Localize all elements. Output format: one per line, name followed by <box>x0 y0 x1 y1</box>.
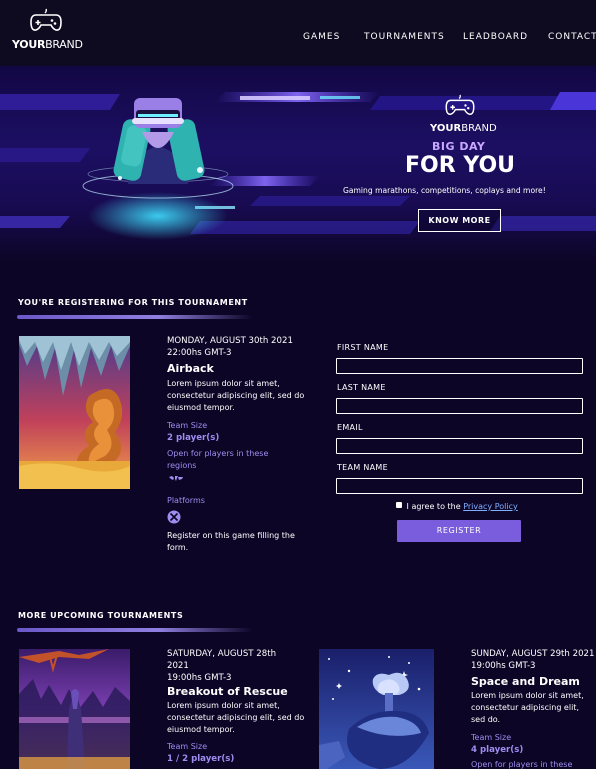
regions-text: Open for players in these regions <box>167 449 269 471</box>
agree-text: I agree to the <box>406 502 461 511</box>
first-name-label: FIRST NAME <box>337 343 389 352</box>
hero-brand-wordmark: YOURBRAND <box>430 123 497 134</box>
card2-date: SUNDAY, AUGUST 29th 2021 19:00hs GMT-3 <box>471 649 595 671</box>
privacy-policy-link[interactable]: Privacy Policy <box>463 502 518 511</box>
gamepad-icon <box>30 8 62 31</box>
card2-team-size-value: 4 player(s) <box>471 745 524 755</box>
hero-banner: YOURBRAND BIG DAY FOR YOU Gaming maratho… <box>0 66 596 262</box>
team-size-value: 2 player(s) <box>167 433 220 443</box>
register-button[interactable]: REGISTER <box>397 520 521 542</box>
nav-games[interactable]: GAMES <box>303 32 340 42</box>
email-input[interactable] <box>336 438 583 454</box>
section-divider <box>17 315 253 319</box>
card1-team-size-value: 1 / 2 player(s) <box>167 754 235 764</box>
card1-title[interactable]: Breakout of Rescue <box>167 685 288 698</box>
registering-description: Lorem ipsum dolor sit amet, consectetur … <box>167 379 305 413</box>
card2-description: Lorem ipsum dolor sit amet, consectetur … <box>471 691 584 725</box>
email-label: EMAIL <box>337 423 363 432</box>
hero-subtitle: Gaming marathons, competitions, coplays … <box>343 186 546 195</box>
registering-date: MONDAY, AUGUST 30th 2021 22:00hs GMT-3 <box>167 336 293 358</box>
space-and-dream-image <box>319 649 434 769</box>
airback-game-image <box>19 336 130 489</box>
last-name-label: LAST NAME <box>337 383 386 392</box>
registering-game-title: Airback <box>167 362 214 375</box>
registering-note: Register on this game filling the form. <box>167 531 295 553</box>
card2-title[interactable]: Space and Dream <box>471 675 580 688</box>
nav-tournaments[interactable]: TOURNAMENTS <box>364 32 445 42</box>
breakout-of-rescue-image <box>19 649 130 769</box>
card1-team-size-label: Team Size <box>167 742 208 751</box>
last-name-input[interactable] <box>336 398 583 414</box>
gamepad-icon <box>445 94 475 115</box>
hero-kicker: BIG DAY <box>432 140 486 153</box>
hero-headline: FOR YOU <box>405 153 516 178</box>
card2-regions-text: Open for players in these <box>471 760 573 769</box>
hero-brand-logo: YOURBRAND <box>430 94 497 136</box>
nav-contact[interactable]: CONTACT <box>548 32 596 42</box>
card2-team-size-label: Team Size <box>471 733 512 742</box>
upcoming-section-title: MORE UPCOMING TOURNAMENTS <box>18 611 184 620</box>
card1-date: SATURDAY, AUGUST 28th 2021 19:00hs GMT-3 <box>167 649 277 683</box>
know-more-button[interactable]: KNOW MORE <box>418 209 501 232</box>
brand-logo[interactable]: YOURBRAND <box>12 8 83 54</box>
agree-checkbox[interactable] <box>396 502 402 508</box>
platforms-label: Platforms <box>167 496 205 505</box>
first-name-input[interactable] <box>336 358 583 374</box>
xbox-icon <box>167 510 181 524</box>
site-header: YOURBRAND GAMES TOURNAMENTS LEADBOARD CO… <box>0 0 596 66</box>
nav-leadboard[interactable]: LEADBOARD <box>463 32 528 42</box>
card1-description: Lorem ipsum dolor sit amet, consectetur … <box>167 701 305 735</box>
privacy-agreement: I agree to the Privacy Policy <box>396 502 518 511</box>
team-size-label: Team Size <box>167 421 208 430</box>
team-name-label: TEAM NAME <box>337 463 388 472</box>
team-name-input[interactable] <box>336 478 583 494</box>
brand-wordmark: YOURBRAND <box>12 38 83 51</box>
section-divider <box>17 628 253 632</box>
world-map-icon <box>169 476 183 481</box>
registering-section-title: YOU'RE REGISTERING FOR THIS TOURNAMENT <box>18 298 248 307</box>
